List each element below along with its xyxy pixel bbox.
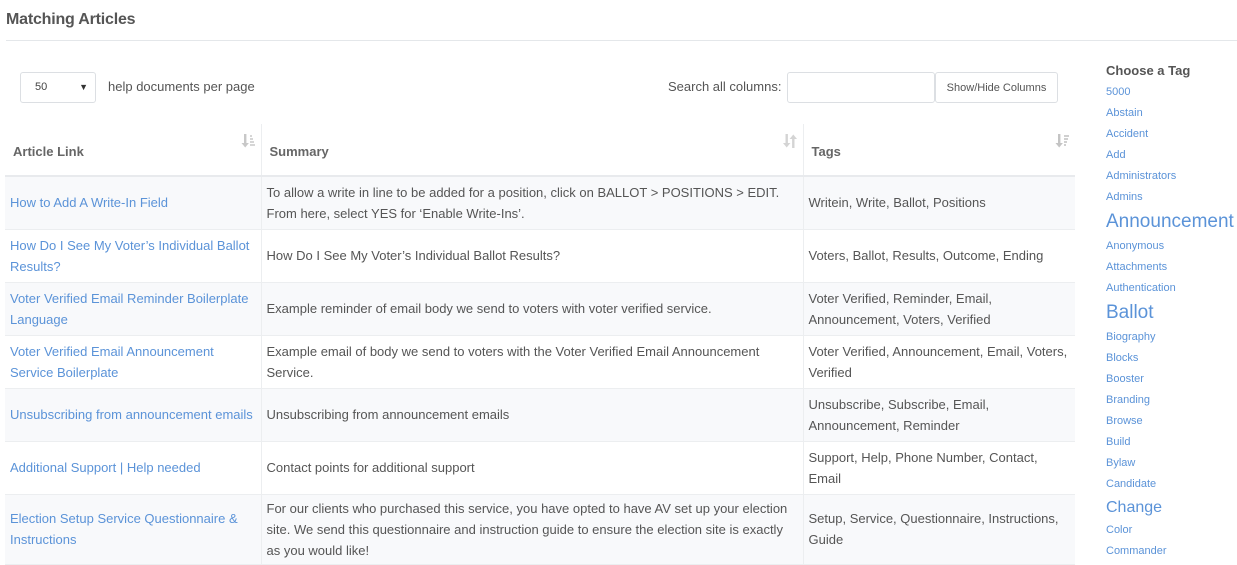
tag-link[interactable]: Branding <box>1106 390 1237 411</box>
table-row: Additional Support | Help needed Contact… <box>5 441 1075 495</box>
articles-table: Article Link Summary Tags How to Add A W… <box>5 124 1075 565</box>
article-link-cell: How to Add A Write-In Field <box>5 176 261 230</box>
table-row: Election Setup Service Questionnaire & I… <box>5 494 1075 565</box>
tag-link[interactable]: Build <box>1106 432 1237 453</box>
table-header-row: Article Link Summary Tags <box>5 124 1075 177</box>
tags-cell: Unsubscribe, Subscribe, Email, Announcem… <box>802 388 1075 442</box>
summary-cell: Unsubscribing from announcement emails <box>260 388 803 442</box>
summary-cell: Example email of body we send to voters … <box>260 335 803 389</box>
article-link-cell: Unsubscribing from announcement emails <box>5 388 261 442</box>
tag-link[interactable]: Candidate <box>1106 474 1237 495</box>
sort-alpha-desc-icon <box>1055 134 1069 148</box>
article-link-cell: Voter Verified Email Reminder Boilerplat… <box>5 282 261 336</box>
article-link[interactable]: Voter Verified Email Reminder Boilerplat… <box>10 291 248 327</box>
tag-link[interactable]: Anonymous <box>1106 236 1237 257</box>
article-link[interactable]: Additional Support | Help needed <box>10 460 201 475</box>
summary-cell: Contact points for additional support <box>260 441 803 495</box>
article-link[interactable]: How to Add A Write-In Field <box>10 195 168 210</box>
tags-cell: Voters, Ballot, Results, Outcome, Ending <box>802 229 1075 283</box>
tag-link[interactable]: Ballot <box>1106 299 1237 327</box>
table-row: How Do I See My Voter’s Individual Ballo… <box>5 229 1075 283</box>
article-link-cell: How Do I See My Voter’s Individual Ballo… <box>5 229 261 283</box>
page-length-select[interactable]: 50 ▼ <box>20 72 96 103</box>
table-row: Unsubscribing from announcement emails U… <box>5 388 1075 442</box>
table-row: Voter Verified Email Announcement Servic… <box>5 335 1075 389</box>
article-link[interactable]: How Do I See My Voter’s Individual Ballo… <box>10 238 249 274</box>
summary-cell: For our clients who purchased this servi… <box>260 494 803 565</box>
summary-cell: How Do I See My Voter’s Individual Ballo… <box>260 229 803 283</box>
sort-unsorted-icon <box>782 134 797 148</box>
tags-cell: Writein, Write, Ballot, Positions <box>802 176 1075 230</box>
tags-cell: Voter Verified, Announcement, Email, Vot… <box>802 335 1075 389</box>
search-label: Search all columns: <box>668 79 782 94</box>
table-row: Voter Verified Email Reminder Boilerplat… <box>5 282 1075 336</box>
tag-link[interactable]: Accident <box>1106 124 1237 145</box>
article-link-cell: Additional Support | Help needed <box>5 441 261 495</box>
summary-cell: Example reminder of email body we send t… <box>260 282 803 336</box>
column-header-summary[interactable]: Summary <box>260 124 803 177</box>
column-header-tags[interactable]: Tags <box>802 124 1075 177</box>
tags-cell: Support, Help, Phone Number, Contact, Em… <box>802 441 1075 495</box>
tag-cloud-heading: Choose a Tag <box>1106 63 1191 78</box>
tag-link[interactable]: Blocks <box>1106 348 1237 369</box>
tag-link[interactable]: Color <box>1106 520 1237 541</box>
show-hide-columns-button[interactable]: Show/Hide Columns <box>935 72 1058 103</box>
article-link-cell: Election Setup Service Questionnaire & I… <box>5 494 261 565</box>
page-length-value: 50 <box>35 81 48 93</box>
tag-link[interactable]: Booster <box>1106 369 1237 390</box>
article-link-cell: Voter Verified Email Announcement Servic… <box>5 335 261 389</box>
article-link[interactable]: Election Setup Service Questionnaire & I… <box>10 511 238 547</box>
search-input[interactable] <box>787 72 935 103</box>
page-title: Matching Articles <box>6 11 136 28</box>
tag-link[interactable]: Administrators <box>1106 166 1237 187</box>
tag-link[interactable]: Abstain <box>1106 103 1237 124</box>
title-divider <box>6 40 1237 41</box>
tag-link[interactable]: Bylaw <box>1106 453 1237 474</box>
page-length-label: help documents per page <box>108 79 255 94</box>
tag-link[interactable]: Change <box>1106 495 1237 520</box>
sort-amount-asc-icon <box>241 134 255 148</box>
tags-cell: Setup, Service, Questionnaire, Instructi… <box>802 494 1075 565</box>
column-header-article-link[interactable]: Article Link <box>5 124 261 177</box>
tag-list: 5000 Abstain Accident Add Administrators Admi… <box>1106 82 1237 562</box>
article-link[interactable]: Unsubscribing from announcement emails <box>10 407 253 422</box>
tags-cell: Voter Verified, Reminder, Email, Announc… <box>802 282 1075 336</box>
tag-link[interactable]: Announcement <box>1106 208 1237 236</box>
tag-link[interactable]: Add <box>1106 145 1237 166</box>
tag-link[interactable]: Attachments <box>1106 257 1237 278</box>
tag-cloud: Choose a Tag 5000 Abstain Accident Add Admin… <box>1106 63 1237 562</box>
tag-link[interactable]: Biography <box>1106 327 1237 348</box>
summary-cell: To allow a write in line to be added for… <box>260 176 803 230</box>
tag-link[interactable]: Admins <box>1106 187 1237 208</box>
tag-link[interactable]: 5000 <box>1106 82 1237 103</box>
tag-link[interactable]: Browse <box>1106 411 1237 432</box>
chevron-down-icon: ▼ <box>79 82 88 92</box>
tag-link[interactable]: Authentication <box>1106 278 1237 299</box>
article-link[interactable]: Voter Verified Email Announcement Servic… <box>10 344 214 380</box>
tag-link[interactable]: Commander <box>1106 541 1237 562</box>
table-row: How to Add A Write-In Field To allow a w… <box>5 176 1075 230</box>
